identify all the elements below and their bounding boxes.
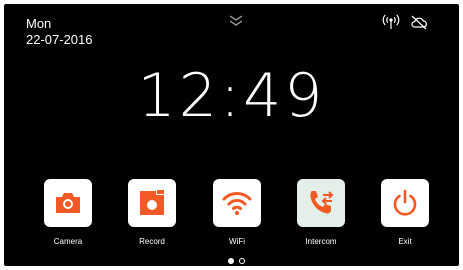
wifi-app-tile[interactable] [213, 179, 261, 227]
pull-down-chevron-icon[interactable] [228, 14, 244, 28]
intercom-phone-icon [310, 191, 334, 214]
clock-time: 12:49 [137, 61, 326, 131]
camera-app-label: Camera [53, 237, 83, 246]
intercom-app-label: Intercom [305, 237, 337, 246]
intercom-app[interactable]: Intercom [291, 179, 351, 253]
exit-app-tile[interactable] [381, 179, 429, 227]
page-dot-1[interactable] [228, 258, 234, 264]
exit-app[interactable]: Exit [375, 179, 435, 253]
page-dot-2[interactable] [239, 258, 245, 264]
date-label: 22-07-2016 [26, 32, 93, 47]
wifi-signal-icon [382, 14, 400, 30]
intercom-app-tile[interactable] [297, 179, 345, 227]
camera-app-tile[interactable] [44, 179, 92, 227]
record-icon [140, 190, 164, 215]
exit-app-label: Exit [398, 237, 412, 246]
record-app[interactable]: Record [122, 179, 182, 253]
record-app-label: Record [139, 237, 165, 246]
camera-app[interactable]: Camera [38, 179, 98, 253]
home-screen: Mon 22-07-2016 12:49 Camera Record WiFi … [4, 4, 459, 266]
record-app-tile[interactable] [128, 179, 176, 227]
cloud-disconnected-icon [410, 14, 428, 30]
day-of-week: Mon [26, 16, 52, 31]
wifi-app-label: WiFi [229, 237, 245, 246]
camera-icon [56, 193, 80, 213]
wifi-app[interactable]: WiFi [207, 179, 267, 253]
wifi-icon [222, 192, 252, 215]
power-icon [393, 189, 417, 216]
